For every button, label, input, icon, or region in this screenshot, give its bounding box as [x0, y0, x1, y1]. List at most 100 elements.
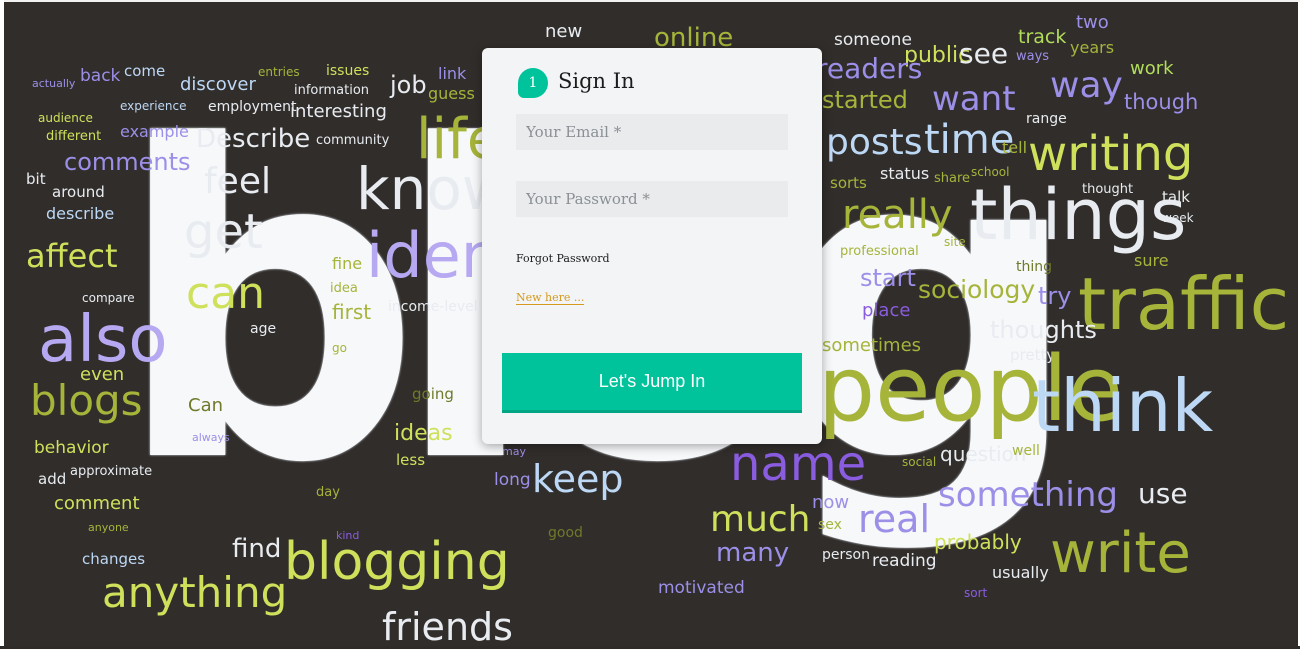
cloud-word-go: go [332, 341, 347, 355]
cloud-word-can: can [186, 268, 266, 319]
cloud-word-anything: anything [102, 568, 288, 617]
cloud-word-professional: professional [840, 244, 919, 259]
cloud-word-day: day [316, 485, 340, 500]
cloud-word-probably: probably [934, 530, 1022, 554]
cloud-word-site: site [944, 235, 966, 249]
cloud-word-think: think [1032, 364, 1214, 448]
cloud-word-actually: actually [32, 77, 76, 90]
cloud-word-approximate: approximate [70, 464, 153, 479]
cloud-word-experience: experience [120, 99, 187, 113]
cloud-word-usually: usually [992, 563, 1049, 582]
cloud-word-something: something [938, 475, 1119, 515]
cloud-word-try: try [1038, 282, 1072, 310]
cloud-word-started: started [822, 86, 908, 114]
cloud-word-sex: sex [818, 517, 842, 533]
new-here-link[interactable]: New here ... [516, 291, 585, 305]
cloud-word-keep: keep [532, 457, 624, 501]
cloud-word-good: good [548, 525, 583, 541]
cloud-word-feel: feel [204, 161, 271, 202]
cloud-word-community: community [316, 133, 390, 148]
cloud-word-interesting: interesting [290, 101, 387, 122]
cloud-word-reading: reading [872, 551, 937, 571]
email-field[interactable] [516, 114, 788, 150]
cloud-word-blogging: blogging [284, 532, 510, 592]
cloud-word-come: come [124, 62, 166, 80]
cloud-word-add: add [38, 470, 67, 488]
cloud-word-someone: someone [834, 30, 912, 50]
cloud-word-though: though [1124, 90, 1199, 114]
cloud-word-guess: guess [428, 84, 475, 103]
cloud-word-behavior: behavior [34, 438, 109, 458]
cloud-word-status: status [880, 164, 930, 183]
cloud-word-different: different [46, 129, 102, 144]
cloud-word-share: share [934, 171, 971, 186]
password-field[interactable] [516, 181, 788, 217]
cloud-word-going: going [412, 385, 454, 403]
cloud-word-idea: idea [330, 281, 358, 296]
cloud-word-write: write [1050, 521, 1191, 586]
cloud-word-traffic: traffic [1078, 262, 1290, 346]
cloud-word-ways: ways [1016, 49, 1050, 64]
jump-in-button[interactable]: Let's Jump In [502, 353, 802, 413]
cloud-word-find: find [232, 534, 282, 564]
cloud-word-much: much [710, 499, 811, 540]
cloud-word-range: range [1026, 111, 1067, 127]
cloud-word-long: long [494, 470, 531, 490]
cloud-word-years: years [1070, 38, 1115, 57]
cloud-word-work: work [1130, 58, 1174, 79]
cloud-word-blogs: blogs [30, 376, 143, 425]
cloud-word-less: less [396, 451, 426, 469]
cloud-word-issues: issues [326, 63, 370, 79]
cloud-word-name: name [730, 436, 867, 492]
cloud-word-get: get [184, 204, 263, 260]
cloud-word-anyone: anyone [88, 521, 129, 534]
cloud-word-entries: entries [258, 65, 300, 79]
cloud-word-sorts: sorts [830, 174, 867, 192]
cloud-word-readers: readers [816, 52, 923, 85]
top-border [4, 0, 1300, 2]
cloud-word-use: use [1138, 477, 1188, 510]
cloud-word-see: see [959, 37, 1009, 70]
cloud-word-information: information [294, 83, 370, 98]
cloud-word-things: things [970, 174, 1187, 256]
cloud-word-well: well [1012, 443, 1040, 459]
cloud-word-real: real [858, 497, 931, 541]
cloud-word-age: age [250, 321, 277, 337]
cloud-word-employment: employment [208, 99, 297, 115]
cloud-word-many: many [716, 538, 790, 568]
cloud-word-person: person [822, 547, 870, 563]
cloud-word-link: link [438, 64, 467, 83]
cloud-word-around: around [52, 183, 105, 201]
cloud-word-track: track [1018, 26, 1067, 48]
cloud-word-start: start [860, 264, 916, 292]
cloud-word-motivated: motivated [658, 578, 745, 598]
cloud-word-thing: thing [1016, 259, 1053, 275]
cloud-word-describe: Describe [196, 124, 311, 154]
cloud-word-sort: sort [964, 586, 988, 600]
cloud-word-changes: changes [82, 550, 146, 568]
cloud-word-sociology: sociology [918, 275, 1036, 304]
sign-in-panel: 1 Sign In Forgot Password New here ... L… [482, 48, 822, 444]
step-badge: 1 [518, 68, 548, 98]
cloud-word-two: two [1076, 12, 1109, 33]
cloud-word-social: social [902, 455, 937, 469]
cloud-word-writing: writing [1028, 126, 1194, 182]
cloud-word-tell: tell [1002, 138, 1028, 157]
cloud-word-describe: describe [46, 204, 115, 223]
cloud-word-posts: posts [826, 122, 923, 163]
cloud-word-income-level: income-level [388, 299, 478, 315]
forgot-password-link[interactable]: Forgot Password [516, 252, 610, 265]
cloud-word-time: time [924, 117, 1015, 163]
cloud-word-also: also [38, 303, 168, 377]
cloud-word-way: way [1050, 65, 1123, 106]
cloud-word-comments: comments [64, 148, 191, 176]
cloud-word-first: first [332, 300, 372, 324]
cloud-word-now: now [812, 492, 850, 513]
cloud-word-want: want [932, 79, 1016, 119]
cloud-word-ideas: ideas [394, 421, 453, 446]
cloud-word-fine: fine [332, 254, 363, 273]
cloud-word-bit: bit [26, 170, 46, 188]
cloud-word-place: place [862, 300, 911, 321]
cloud-word-may: may [502, 445, 526, 458]
cloud-word-friends: friends [382, 605, 513, 649]
